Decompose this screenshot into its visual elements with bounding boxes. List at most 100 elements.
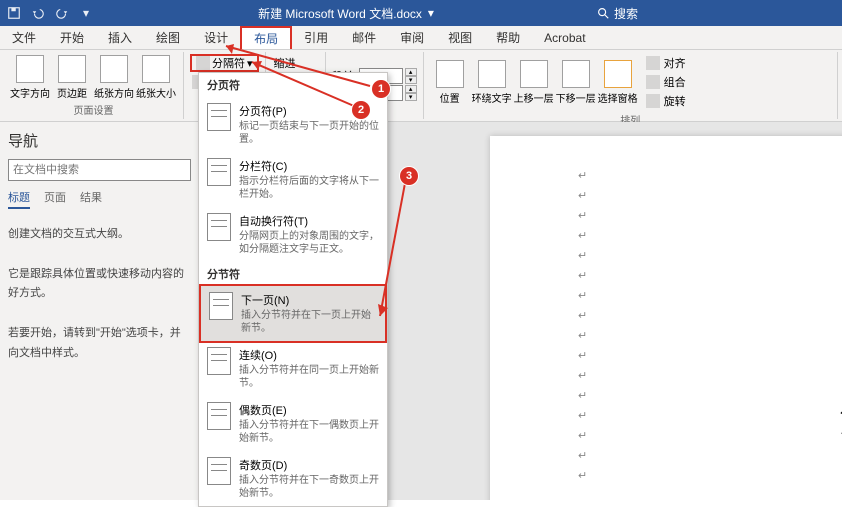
nav-search-input[interactable] <box>8 159 191 181</box>
menu-item-continuous[interactable]: 连续(O)插入分节符并在同一页上开始新节。 <box>199 341 387 396</box>
nav-tab-pages[interactable]: 页面 <box>44 189 66 209</box>
backward-button[interactable]: 下移一层 <box>556 54 596 110</box>
paragraph-marks: ↵↵↵↵↵↵↵↵↵↵↵↵↵↵↵↵ <box>578 166 587 486</box>
forward-button[interactable]: 上移一层 <box>514 54 554 110</box>
tab-review[interactable]: 审阅 <box>388 26 436 49</box>
desc: 指示分栏符后面的文字将从下一栏开始。 <box>239 175 379 201</box>
down[interactable]: ▾ <box>405 93 417 101</box>
redo-icon[interactable] <box>52 3 72 23</box>
continuous-icon <box>207 347 231 375</box>
column-break-icon <box>207 158 231 186</box>
search-icon <box>596 6 610 20</box>
label: 选择窗格 <box>598 90 638 105</box>
undo-icon[interactable] <box>28 3 48 23</box>
label: 环绕文字 <box>472 90 512 105</box>
wrap-button[interactable]: 环绕文字 <box>472 54 512 110</box>
title: 分栏符(C) <box>239 158 379 174</box>
size-button[interactable]: 纸张大小 <box>136 54 176 100</box>
menu-item-next-page[interactable]: 下一页(N)插入分节符并在下一页上开始新节。 <box>199 284 387 343</box>
page-1[interactable]: ↵↵↵↵↵↵↵↵↵↵↵↵↵↵↵↵ 第一页 <box>490 136 842 500</box>
title: 下一页(N) <box>241 292 377 308</box>
desc: 插入分节符并在同一页上开始新节。 <box>239 364 379 390</box>
label: 纸张方向 <box>94 85 134 100</box>
menu-item-even-page[interactable]: 偶数页(E)插入分节符并在下一偶数页上开始新节。 <box>199 396 387 451</box>
breaks-button[interactable]: 分隔符 ▾ <box>190 54 259 72</box>
orientation-button[interactable]: 纸张方向 <box>94 54 134 100</box>
save-icon[interactable] <box>4 3 24 23</box>
group-arrange: 位置 环绕文字 上移一层 下移一层 选择窗格 对齐 组合 旋转 排列 <box>424 52 838 119</box>
nav-tab-results[interactable]: 结果 <box>80 189 102 209</box>
title: 自动换行符(T) <box>239 213 379 229</box>
tab-insert[interactable]: 插入 <box>96 26 144 49</box>
desc: 插入分节符并在下一偶数页上开始新节。 <box>239 419 379 445</box>
tab-references[interactable]: 引用 <box>292 26 340 49</box>
up[interactable]: ▴ <box>405 68 417 76</box>
ribbon: 文字方向 页边距 纸张方向 纸张大小 页面设置 分隔符 ▾ 行号 缩进 段前: … <box>0 50 842 122</box>
nav-text: 创建文档的交互式大纲。 <box>8 225 191 245</box>
document-title: 新建 Microsoft Word 文档.docx ▾ <box>96 5 596 22</box>
nav-body: 创建文档的交互式大纲。 它是跟踪具体位置或快速移动内容的好方式。 若要开始，请转… <box>8 225 191 364</box>
selection-pane-button[interactable]: 选择窗格 <box>598 54 638 110</box>
label: 纸张大小 <box>136 85 176 100</box>
nav-tab-headings[interactable]: 标题 <box>8 189 30 209</box>
label: 位置 <box>440 90 460 105</box>
group-button-cmd[interactable]: 组合 <box>644 73 688 91</box>
position-button[interactable]: 位置 <box>430 54 470 110</box>
navigation-pane: 导航 标题 页面 结果 创建文档的交互式大纲。 它是跟踪具体位置或快速移动内容的… <box>0 122 200 500</box>
menu-item-text-wrap[interactable]: 自动换行符(T)分隔网页上的对象周围的文字，如分隔题注文字与正文。 <box>199 207 387 262</box>
breaks-icon <box>196 56 210 70</box>
tab-layout[interactable]: 布局 <box>240 26 292 49</box>
up[interactable]: ▴ <box>405 85 417 93</box>
title: 奇数页(D) <box>239 457 379 473</box>
rotate-button[interactable]: 旋转 <box>644 92 688 110</box>
tab-mailings[interactable]: 邮件 <box>340 26 388 49</box>
label: 下移一层 <box>556 90 596 105</box>
label: 旋转 <box>664 93 686 109</box>
chevron-down-icon: ▾ <box>247 57 253 70</box>
indent-label: 缩进 <box>272 54 319 72</box>
title: 连续(O) <box>239 347 379 363</box>
label: 对齐 <box>664 55 686 71</box>
label: 组合 <box>664 74 686 90</box>
margins-button[interactable]: 页边距 <box>52 54 92 100</box>
callout-3: 3 <box>400 167 418 185</box>
desc: 插入分节符并在下一奇数页上开始新节。 <box>239 474 379 500</box>
text-wrap-icon <box>207 213 231 241</box>
text-direction-button[interactable]: 文字方向 <box>10 54 50 100</box>
label: 页边距 <box>57 85 87 100</box>
desc: 标记一页结束与下一页开始的位置。 <box>239 120 379 146</box>
tab-view[interactable]: 视图 <box>436 26 484 49</box>
title-bar: ▾ 新建 Microsoft Word 文档.docx ▾ 搜索 <box>0 0 842 26</box>
align-button[interactable]: 对齐 <box>644 54 688 72</box>
menu-item-odd-page[interactable]: 奇数页(D)插入分节符并在下一奇数页上开始新节。 <box>199 451 387 506</box>
callout-1: 1 <box>372 80 390 98</box>
search-label: 搜索 <box>614 5 638 22</box>
even-page-icon <box>207 402 231 430</box>
callout-2: 2 <box>352 101 370 119</box>
tab-design[interactable]: 设计 <box>192 26 240 49</box>
nav-title: 导航 <box>8 130 191 151</box>
tab-acrobat[interactable]: Acrobat <box>532 26 597 49</box>
tab-draw[interactable]: 绘图 <box>144 26 192 49</box>
label: 上移一层 <box>514 90 554 105</box>
workspace: 导航 标题 页面 结果 创建文档的交互式大纲。 它是跟踪具体位置或快速移动内容的… <box>0 122 842 500</box>
odd-page-icon <box>207 457 231 485</box>
title: 偶数页(E) <box>239 402 379 418</box>
down[interactable]: ▾ <box>405 76 417 84</box>
document-name: 新建 Microsoft Word 文档.docx <box>258 5 422 22</box>
group-page-setup: 文字方向 页边距 纸张方向 纸张大小 页面设置 <box>4 52 184 119</box>
tab-help[interactable]: 帮助 <box>484 26 532 49</box>
nav-tabs: 标题 页面 结果 <box>8 189 191 209</box>
desc: 插入分节符并在下一页上开始新节。 <box>241 309 377 335</box>
tab-home[interactable]: 开始 <box>48 26 96 49</box>
search-area[interactable]: 搜索 <box>596 5 638 22</box>
qat-dropdown-icon[interactable]: ▾ <box>76 3 96 23</box>
nav-text: 若要开始，请转到"开始"选项卡，并向文档中样式。 <box>8 324 191 364</box>
tab-file[interactable]: 文件 <box>0 26 48 49</box>
ribbon-tabs: 文件 开始 插入 绘图 设计 布局 引用 邮件 审阅 视图 帮助 Acrobat <box>0 26 842 50</box>
label: 文字方向 <box>10 85 50 100</box>
title-dropdown-icon[interactable]: ▾ <box>428 6 434 20</box>
menu-item-column-break[interactable]: 分栏符(C)指示分栏符后面的文字将从下一栏开始。 <box>199 152 387 207</box>
breaks-menu: 分页符 分页符(P)标记一页结束与下一页开始的位置。 分栏符(C)指示分栏符后面… <box>198 72 388 507</box>
quick-access-toolbar: ▾ <box>4 3 96 23</box>
